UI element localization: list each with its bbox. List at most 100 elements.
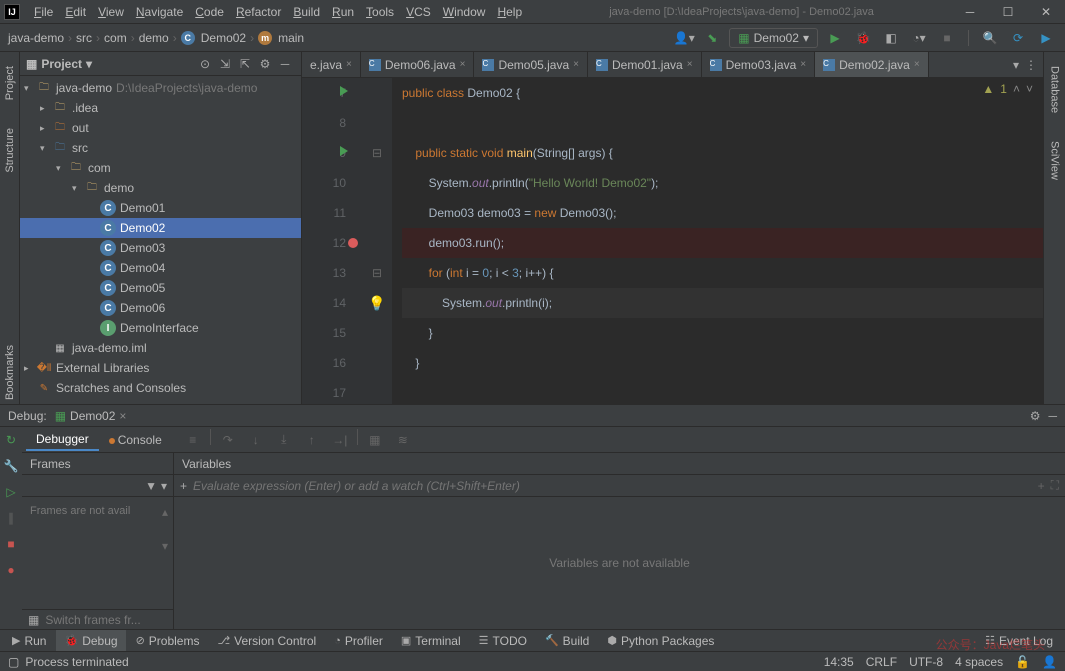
menu-tools[interactable]: Tools xyxy=(360,5,400,19)
coverage-button[interactable]: ◧ xyxy=(880,27,902,49)
close-icon[interactable]: × xyxy=(800,59,806,70)
prev-frame-icon[interactable]: ▴ xyxy=(162,505,168,519)
chevron-down-icon[interactable]: ▾ xyxy=(161,479,167,493)
expand-arrow-icon[interactable]: ▾ xyxy=(72,183,84,194)
debugger-tab[interactable]: Debugger xyxy=(26,429,99,451)
todo-tool-tab[interactable]: ☰TODO xyxy=(471,630,535,651)
line-number-gutter[interactable]: 7891011121314151617 xyxy=(302,78,362,404)
editor-tab[interactable]: CDemo03.java× xyxy=(702,52,816,77)
step-over-icon[interactable]: ↷ xyxy=(217,429,239,451)
menu-help[interactable]: Help xyxy=(491,5,528,19)
modify-config-icon[interactable]: 🔧 xyxy=(2,457,20,475)
menu-run[interactable]: Run xyxy=(326,5,360,19)
build-tool-tab[interactable]: 🔨Build xyxy=(537,630,597,651)
ide-icon[interactable]: ▶ xyxy=(1035,27,1057,49)
terminal-tool-tab[interactable]: ▣Terminal xyxy=(393,630,469,651)
breakpoint-icon[interactable] xyxy=(348,238,358,248)
menu-edit[interactable]: Edit xyxy=(59,5,92,19)
user-icon[interactable]: 👤▾ xyxy=(673,27,695,49)
project-panel-title[interactable]: Project xyxy=(41,57,82,71)
up-icon[interactable]: ˄ xyxy=(1013,82,1020,96)
more-icon[interactable]: ⋮ xyxy=(1025,58,1037,72)
sync-icon[interactable]: ⟳ xyxy=(1007,27,1029,49)
menu-window[interactable]: Window xyxy=(437,5,492,19)
close-icon[interactable]: × xyxy=(119,409,126,423)
editor-tab[interactable]: CDemo05.java× xyxy=(474,52,588,77)
evaluate-icon[interactable]: ▦ xyxy=(364,429,386,451)
editor-tab[interactable]: e.java× xyxy=(302,52,361,77)
select-opened-file-icon[interactable]: ⊙ xyxy=(195,54,215,74)
project-tree[interactable]: ▾ 🗀 java-demo D:\IdeaProjects\java-demo … xyxy=(20,76,301,404)
step-out-icon[interactable]: ↑ xyxy=(301,429,323,451)
menu-vcs[interactable]: VCS xyxy=(400,5,437,19)
tree-row[interactable]: I DemoInterface xyxy=(20,318,301,338)
code-line[interactable]: System.out.println(i); xyxy=(402,288,1043,318)
tree-row[interactable]: ▾ 🗀 src xyxy=(20,138,301,158)
tree-row[interactable]: ▸ �⫴ External Libraries xyxy=(20,358,301,378)
down-icon[interactable]: ˅ xyxy=(1026,82,1033,96)
expand-arrow-icon[interactable]: ▾ xyxy=(56,163,68,174)
expand-all-icon[interactable]: ⇲ xyxy=(215,54,235,74)
build-icon[interactable]: ⬊ xyxy=(701,27,723,49)
breadcrumb-project[interactable]: java-demo xyxy=(8,31,64,45)
tree-row-class[interactable]: CDemo01 xyxy=(20,198,301,218)
run-tool-tab[interactable]: ▶Run xyxy=(4,630,54,651)
structure-tool-tab[interactable]: Structure xyxy=(2,124,18,177)
breadcrumb-method[interactable]: main xyxy=(278,31,304,45)
breadcrumb-pkg[interactable]: com xyxy=(104,31,127,45)
stop-button[interactable]: ■ xyxy=(936,27,958,49)
breakpoints-icon[interactable]: ● xyxy=(2,561,20,579)
menu-file[interactable]: File xyxy=(28,5,59,19)
editor-tab[interactable]: CDemo01.java× xyxy=(588,52,702,77)
tree-row[interactable]: ▾ 🗀 com xyxy=(20,158,301,178)
tree-row-class[interactable]: CDemo04 xyxy=(20,258,301,278)
pause-icon[interactable]: ∥ xyxy=(2,509,20,527)
debug-button[interactable]: 🐞 xyxy=(852,27,874,49)
tree-row[interactable]: ▾ 🗀 demo xyxy=(20,178,301,198)
tree-row-class[interactable]: CDemo06 xyxy=(20,298,301,318)
stop-icon[interactable]: ■ xyxy=(2,535,20,553)
maximize-button[interactable]: ☐ xyxy=(993,3,1023,21)
code-line[interactable]: Demo03 demo03 = new Demo03(); xyxy=(402,198,1043,228)
run-gutter-icon[interactable] xyxy=(340,146,348,156)
next-frame-icon[interactable]: ▾ xyxy=(162,539,168,553)
tree-row[interactable]: ▸ 🗀 .idea xyxy=(20,98,301,118)
intention-bulb-icon[interactable]: 💡 xyxy=(368,288,385,318)
project-tool-tab[interactable]: Project xyxy=(2,62,18,104)
annotations-gutter[interactable]: ⊟⊟💡 xyxy=(362,78,392,404)
add-icon[interactable]: + xyxy=(1038,479,1045,493)
status-indent[interactable]: 4 spaces xyxy=(955,655,1003,669)
sciview-tool-tab[interactable]: SciView xyxy=(1047,137,1063,184)
search-icon[interactable]: 🔍 xyxy=(979,27,1001,49)
run-button[interactable]: ▶ xyxy=(824,27,846,49)
code-area[interactable]: public class Demo02 { public static void… xyxy=(392,78,1043,404)
code-line[interactable]: demo03.run(); xyxy=(402,228,1043,258)
tree-row-class[interactable]: CDemo03 xyxy=(20,238,301,258)
inspection-icon[interactable]: 👤 xyxy=(1042,655,1057,669)
profile-button[interactable]: ◔▾ xyxy=(908,27,930,49)
close-icon[interactable]: × xyxy=(914,59,920,70)
run-gutter-icon[interactable] xyxy=(340,86,348,96)
inspections-widget[interactable]: ▲ 1 ˄ ˅ xyxy=(982,82,1033,96)
fold-icon[interactable]: ⊟ xyxy=(372,258,382,288)
thread-selector-icon[interactable]: ▦ xyxy=(28,613,39,627)
editor-tab[interactable]: CDemo02.java× xyxy=(815,52,929,77)
profiler-tool-tab[interactable]: ◔Profiler xyxy=(326,630,391,651)
eventlog-tool-tab[interactable]: ☷Event Log xyxy=(977,630,1061,651)
add-watch-icon[interactable]: + xyxy=(180,479,187,493)
close-button[interactable]: ✕ xyxy=(1031,3,1061,21)
settings-icon[interactable]: ⚙ xyxy=(1030,409,1041,423)
evaluate-expression-input[interactable] xyxy=(193,479,1032,493)
editor-body[interactable]: 7891011121314151617 ⊟⊟💡 public class Dem… xyxy=(302,78,1043,404)
trace-icon[interactable]: ≋ xyxy=(392,429,414,451)
menu-build[interactable]: Build xyxy=(287,5,326,19)
force-step-into-icon[interactable]: ⤓ xyxy=(273,429,295,451)
expand-arrow-icon[interactable]: ▸ xyxy=(40,123,52,134)
tree-row-root[interactable]: ▾ 🗀 java-demo D:\IdeaProjects\java-demo xyxy=(20,78,301,98)
minimize-button[interactable]: ─ xyxy=(955,3,985,21)
step-into-icon[interactable]: ↓ xyxy=(245,429,267,451)
expand-arrow-icon[interactable]: ▸ xyxy=(40,103,52,114)
python-tool-tab[interactable]: ⬢Python Packages xyxy=(599,630,722,651)
hide-panel-icon[interactable]: ─ xyxy=(1048,409,1057,423)
code-line[interactable] xyxy=(402,108,1043,138)
